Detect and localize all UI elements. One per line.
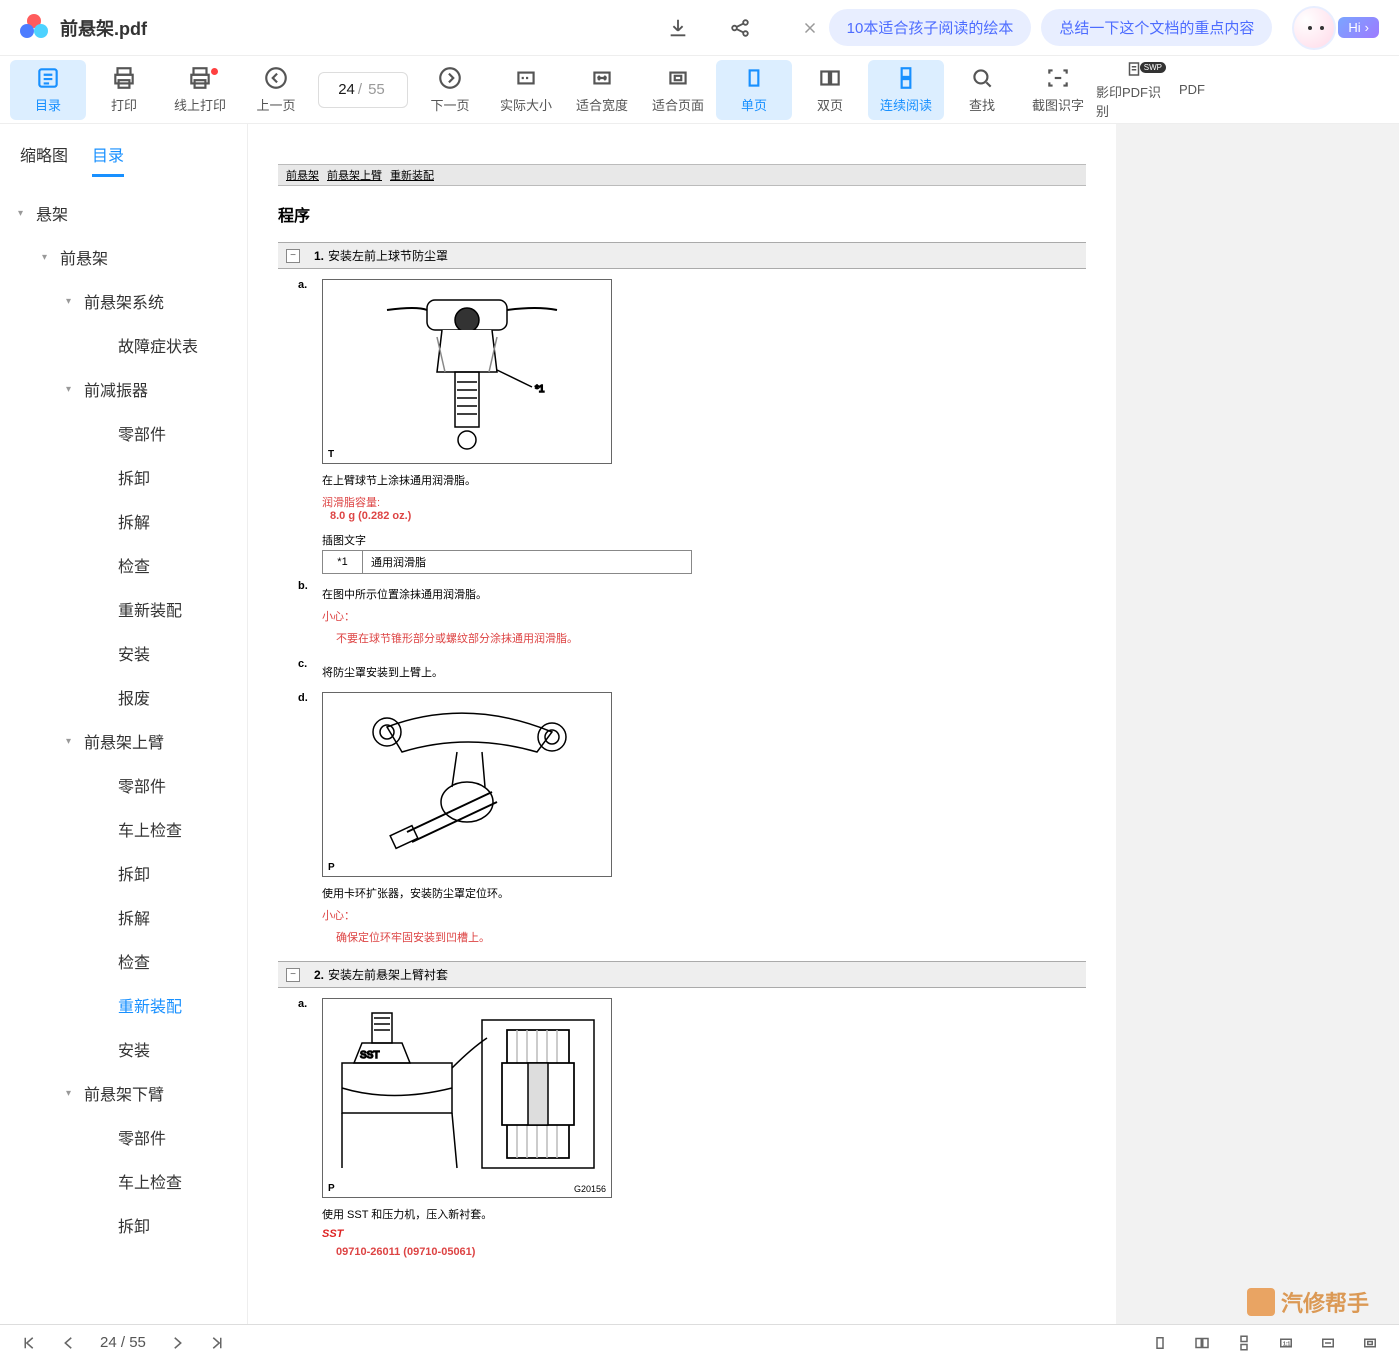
- document-filename: 前悬架.pdf: [60, 15, 147, 41]
- download-icon[interactable]: [667, 17, 689, 39]
- diagram-ball-joint: *1 T: [322, 279, 612, 464]
- zoom-fit-width-icon[interactable]: [1319, 1334, 1337, 1352]
- collapse-icon[interactable]: −: [286, 249, 300, 263]
- view-double-icon[interactable]: [1193, 1334, 1211, 1352]
- double-page-button[interactable]: 双页: [792, 60, 868, 120]
- continuous-read-button[interactable]: 连续阅读: [868, 60, 944, 120]
- toc-item[interactable]: 拆解: [0, 895, 247, 939]
- toc-item[interactable]: 检查: [0, 939, 247, 983]
- toc-item[interactable]: 报废: [0, 675, 247, 719]
- toc-item[interactable]: ▾前悬架上臂: [0, 719, 247, 763]
- find-button[interactable]: 查找: [944, 60, 1020, 120]
- status-page-indicator: 24 / 55: [100, 1334, 146, 1351]
- fit-page-button[interactable]: 适合页面: [640, 60, 716, 120]
- pdf-more-button[interactable]: PDF: [1172, 60, 1212, 120]
- next-page-icon[interactable]: [168, 1334, 186, 1352]
- toc-item[interactable]: 重新装配: [0, 983, 247, 1027]
- diagram-bushing-press: SST P G20156: [322, 998, 612, 1198]
- toc-item[interactable]: 安装: [0, 1027, 247, 1071]
- toc-item[interactable]: 拆解: [0, 499, 247, 543]
- toc-item[interactable]: 拆卸: [0, 1203, 247, 1247]
- pdf-ocr-button[interactable]: SWP影印PDF识别: [1096, 60, 1172, 120]
- zoom-fit-page-icon[interactable]: [1361, 1334, 1379, 1352]
- toc-item[interactable]: 车上检查: [0, 1159, 247, 1203]
- diagram-upper-arm: P: [322, 692, 612, 877]
- toc-item[interactable]: 拆卸: [0, 851, 247, 895]
- breadcrumb: 前悬架前悬架上臂重新装配: [278, 164, 1086, 186]
- online-print-button[interactable]: 线上打印: [162, 60, 238, 120]
- tab-toc[interactable]: 目录: [92, 134, 124, 177]
- toc-item[interactable]: ▾前悬架: [0, 235, 247, 279]
- close-suggestions-icon[interactable]: [801, 19, 819, 37]
- step-d-label: d.: [298, 692, 322, 951]
- print-button[interactable]: 打印: [86, 60, 162, 120]
- svg-text:SST: SST: [360, 1050, 379, 1061]
- first-page-icon[interactable]: [20, 1334, 38, 1352]
- section-1-header[interactable]: − 1.安装左前上球节防尘罩: [278, 242, 1086, 269]
- toc-item[interactable]: 零部件: [0, 411, 247, 455]
- zoom-actual-icon[interactable]: 1:1: [1277, 1334, 1295, 1352]
- pdf-page: 前悬架前悬架上臂重新装配 程序 − 1.安装左前上球节防尘罩 a.: [248, 124, 1116, 1324]
- toc-item[interactable]: ▾前悬架系统: [0, 279, 247, 323]
- illustration-table: *1通用润滑脂: [322, 550, 692, 574]
- toc-item[interactable]: 安装: [0, 631, 247, 675]
- watermark: 汽修帮手: [1247, 1286, 1369, 1318]
- svg-text:1:1: 1:1: [1283, 1341, 1290, 1347]
- last-page-icon[interactable]: [208, 1334, 226, 1352]
- actual-size-button[interactable]: 实际大小: [488, 60, 564, 120]
- ai-avatar-icon[interactable]: [1292, 6, 1336, 50]
- toc-item[interactable]: 检查: [0, 543, 247, 587]
- procedure-heading: 程序: [278, 202, 1086, 226]
- view-continuous-icon[interactable]: [1235, 1334, 1253, 1352]
- step-c-label: c.: [298, 658, 322, 686]
- toc-item[interactable]: ▾前减振器: [0, 367, 247, 411]
- next-page-button[interactable]: 下一页: [412, 60, 488, 120]
- toc-item[interactable]: 拆卸: [0, 455, 247, 499]
- toc-item[interactable]: 零部件: [0, 763, 247, 807]
- toc-item[interactable]: ▾前悬架下臂: [0, 1071, 247, 1115]
- prev-page-icon[interactable]: [60, 1334, 78, 1352]
- ai-suggestion-2[interactable]: 总结一下这个文档的重点内容: [1041, 9, 1272, 46]
- section-2-header[interactable]: − 2.安装左前悬架上臂衬套: [278, 961, 1086, 988]
- toc-button[interactable]: 目录: [10, 60, 86, 120]
- svg-text:*1: *1: [535, 384, 545, 395]
- fit-width-button[interactable]: 适合宽度: [564, 60, 640, 120]
- screenshot-ocr-button[interactable]: 截图识字: [1020, 60, 1096, 120]
- share-icon[interactable]: [729, 17, 751, 39]
- prev-page-button[interactable]: 上一页: [238, 60, 314, 120]
- hi-badge[interactable]: Hi›: [1338, 17, 1379, 38]
- toc-item[interactable]: 车上检查: [0, 807, 247, 851]
- toc-item[interactable]: 重新装配: [0, 587, 247, 631]
- step2-a-label: a.: [298, 998, 322, 1264]
- step-a-label: a.: [298, 279, 322, 574]
- toc-tree: ▾悬架▾前悬架▾前悬架系统故障症状表▾前减振器零部件拆卸拆解检查重新装配安装报废…: [0, 177, 247, 1261]
- toc-item[interactable]: ▾悬架: [0, 191, 247, 235]
- tab-thumbnails[interactable]: 缩略图: [20, 134, 68, 177]
- toc-item[interactable]: 故障症状表: [0, 323, 247, 367]
- app-logo: [20, 14, 48, 42]
- single-page-button[interactable]: 单页: [716, 60, 792, 120]
- toc-item[interactable]: 零部件: [0, 1115, 247, 1159]
- view-single-icon[interactable]: [1151, 1334, 1169, 1352]
- ai-suggestion-1[interactable]: 10本适合孩子阅读的绘本: [829, 9, 1032, 46]
- page-number-input[interactable]: 24/55: [318, 72, 408, 108]
- collapse-icon[interactable]: −: [286, 968, 300, 982]
- step-b-label: b.: [298, 580, 322, 652]
